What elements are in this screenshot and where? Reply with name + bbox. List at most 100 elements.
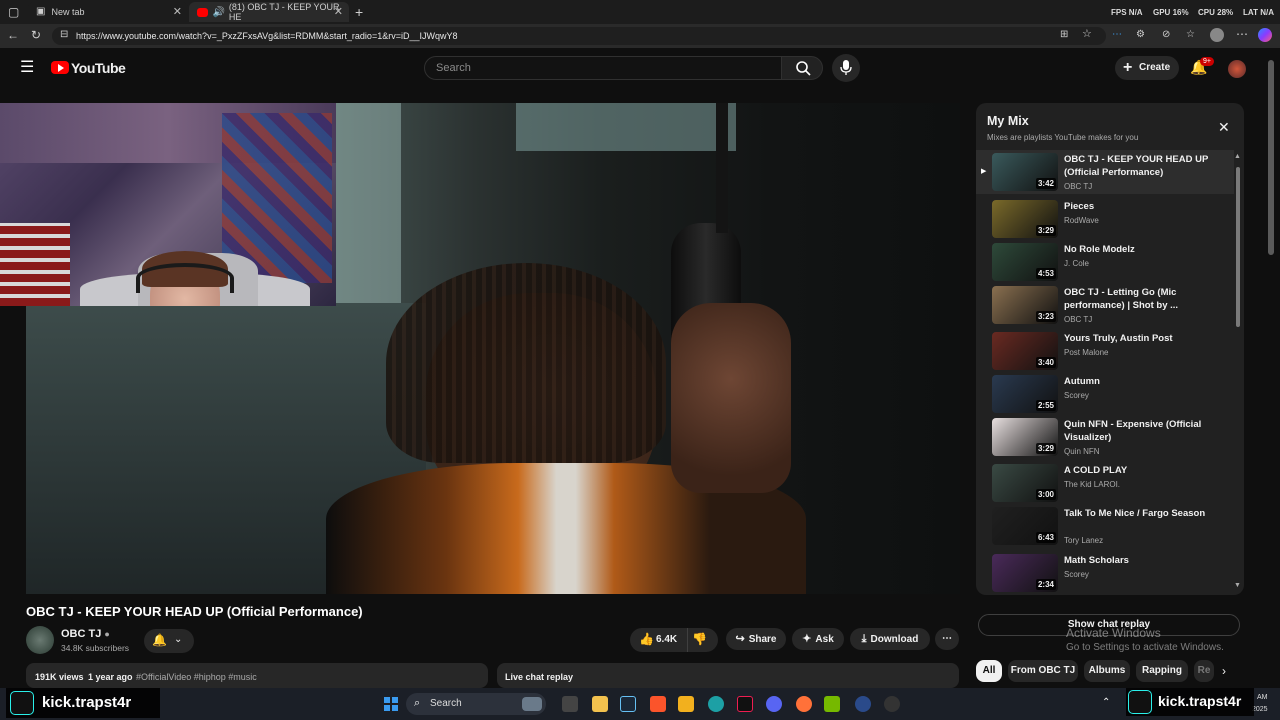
mix-item-channel[interactable]: Tory Lanez — [1064, 536, 1103, 545]
speaker-icon[interactable]: 🔊 — [212, 7, 224, 18]
close-tab-icon[interactable]: ✕ — [173, 5, 182, 18]
video-thumbnail[interactable]: 3:29 — [992, 418, 1058, 456]
mix-item-channel[interactable]: Post Malone — [1064, 348, 1108, 357]
mix-item-title[interactable]: A COLD PLAY — [1064, 464, 1214, 477]
extensions-icon[interactable]: ⚙ — [1136, 30, 1145, 40]
page-scrollbar[interactable] — [1268, 60, 1274, 255]
firefox-icon[interactable] — [796, 696, 812, 712]
share-button[interactable]: ↪ Share — [726, 628, 786, 650]
back-arrow-icon[interactable]: ← — [7, 29, 19, 41]
url-field[interactable]: ⊟ https://www.youtube.com/watch?v=_PxzZF… — [52, 27, 1106, 45]
mix-item-title[interactable]: OBC TJ - KEEP YOUR HEAD UP (Official Per… — [1064, 153, 1214, 179]
close-tab-icon[interactable]: ✕ — [334, 5, 343, 18]
playlist-scrollbar[interactable] — [1236, 167, 1240, 327]
more-menu-icon[interactable]: ⋯ — [1236, 28, 1248, 40]
video-thumbnail[interactable]: 2:55 — [992, 375, 1058, 413]
split-screen-icon[interactable]: ⊘ — [1162, 30, 1170, 40]
search-button[interactable] — [781, 56, 823, 80]
description-box[interactable]: 191K views 1 year ago #OfficialVideo #hi… — [26, 663, 488, 688]
filter-chip-rapping[interactable]: Rapping — [1136, 660, 1188, 682]
more-actions-button[interactable]: ⋯ — [935, 628, 959, 650]
favorites-icon[interactable]: ☆ — [1186, 30, 1195, 40]
mix-list-item[interactable]: 2:34 Math Scholars Scorey — [976, 554, 1234, 595]
taskbar-search-box[interactable]: ⌕ Search — [406, 693, 546, 715]
close-icon[interactable]: ✕ — [1218, 119, 1230, 136]
mix-list-item[interactable]: ▶ 3:42 OBC TJ - KEEP YOUR HEAD UP (Officia… — [976, 150, 1234, 194]
thumbs-down-icon[interactable]: 👎 — [692, 632, 707, 646]
scroll-down-arrow-icon[interactable]: ▼ — [1234, 582, 1241, 589]
filter-chip-from-channel[interactable]: From OBC TJ — [1008, 660, 1078, 682]
reload-icon[interactable]: ↻ — [31, 29, 41, 41]
mix-item-channel[interactable]: RodWave — [1064, 216, 1099, 225]
create-button[interactable]: + Create — [1115, 56, 1179, 80]
app-icon[interactable] — [855, 696, 871, 712]
channel-name[interactable]: OBC TJ ● — [61, 628, 110, 640]
like-button[interactable]: 👍 6.4K — [630, 628, 688, 652]
video-thumbnail[interactable]: 3:00 — [992, 464, 1058, 502]
tab-new-tab[interactable]: ▣ New tab ✕ — [28, 2, 188, 22]
mix-list-item[interactable]: 4:53 No Role Modelz J. Cole — [976, 243, 1234, 285]
app-install-icon[interactable]: ⊞ — [1060, 30, 1068, 40]
new-tab-plus-icon[interactable]: + — [355, 5, 363, 19]
nvidia-icon[interactable] — [824, 696, 840, 712]
download-button[interactable]: ⤓ Download — [850, 628, 930, 650]
mix-item-channel[interactable]: Scorey — [1064, 570, 1089, 579]
filter-chip-albums[interactable]: Albums — [1084, 660, 1130, 682]
tab-actions-icon[interactable]: ▢ — [8, 6, 19, 18]
mix-list-item[interactable]: 6:43 Talk To Me Nice / Fargo Season Tory L… — [976, 507, 1234, 549]
mix-list-item[interactable]: 3:00 A COLD PLAY The Kid LAROI. — [976, 464, 1234, 506]
youtube-logo-text[interactable]: YouTube — [71, 60, 126, 76]
mix-list-item[interactable]: 2:55 Autumn Scorey — [976, 375, 1234, 417]
steam-icon[interactable] — [620, 696, 636, 712]
favorite-star-icon[interactable]: ☆ — [1082, 29, 1092, 40]
mix-item-title[interactable]: No Role Modelz — [1064, 243, 1214, 256]
mix-item-channel[interactable]: OBC TJ — [1064, 182, 1092, 191]
profile-avatar-icon[interactable] — [1210, 28, 1224, 42]
mix-item-title[interactable]: Autumn — [1064, 375, 1214, 388]
filter-chip-truncated[interactable]: Re — [1194, 660, 1214, 682]
mix-list-item[interactable]: 3:29 Pieces RodWave — [976, 200, 1234, 242]
mix-item-channel[interactable]: Scorey — [1064, 391, 1089, 400]
brave-icon[interactable] — [650, 696, 666, 712]
video-thumbnail[interactable]: 3:42 — [992, 153, 1058, 191]
video-thumbnail[interactable]: 3:29 — [992, 200, 1058, 238]
video-thumbnail[interactable]: 6:43 — [992, 507, 1058, 545]
copilot-icon[interactable] — [1258, 28, 1272, 42]
tab-youtube[interactable]: 🔊 (81) OBC TJ - KEEP YOUR HE ✕ — [189, 2, 349, 22]
hamburger-menu-icon[interactable]: ☰ — [20, 60, 34, 76]
tray-overflow-icon[interactable]: ⌃ — [1102, 697, 1110, 708]
obs-icon[interactable] — [884, 696, 900, 712]
mix-item-title[interactable]: Yours Truly, Austin Post — [1064, 332, 1214, 345]
video-thumbnail[interactable]: 2:34 — [992, 554, 1058, 592]
mix-list-item[interactable]: 3:23 OBC TJ - Letting Go (Mic performance… — [976, 286, 1234, 328]
ask-button[interactable]: ✦ Ask — [792, 628, 844, 650]
video-thumbnail[interactable]: 3:23 — [992, 286, 1058, 324]
mix-item-title[interactable]: OBC TJ - Letting Go (Mic performance) | … — [1064, 286, 1214, 312]
live-chat-header[interactable]: Live chat replay — [497, 663, 959, 688]
video-thumbnail[interactable]: 4:53 — [992, 243, 1058, 281]
file-explorer-icon[interactable] — [592, 696, 608, 712]
edge-icon[interactable] — [708, 696, 724, 712]
subscription-bell-button[interactable]: 🔔 ⌄ — [144, 629, 194, 653]
mix-item-channel[interactable]: J. Cole — [1064, 259, 1089, 268]
mix-item-title[interactable]: Talk To Me Nice / Fargo Season — [1064, 507, 1214, 520]
discord-icon[interactable] — [766, 696, 782, 712]
mix-item-channel[interactable]: Quin NFN — [1064, 447, 1100, 456]
scroll-up-arrow-icon[interactable]: ▲ — [1234, 153, 1241, 160]
site-info-icon[interactable]: ⊟ — [60, 30, 68, 40]
folder-icon[interactable] — [678, 696, 694, 712]
mix-item-channel[interactable]: OBC TJ — [1064, 315, 1092, 324]
chevron-right-icon[interactable]: › — [1222, 664, 1226, 678]
voice-search-button[interactable] — [832, 54, 860, 82]
search-input[interactable]: Search — [424, 56, 782, 80]
youtube-logo-icon[interactable] — [51, 61, 69, 74]
mix-item-title[interactable]: Quin NFN - Expensive (Official Visualize… — [1064, 418, 1214, 444]
mix-item-title[interactable]: Math Scholars — [1064, 554, 1214, 567]
mix-item-channel[interactable]: The Kid LAROI. — [1064, 480, 1120, 489]
account-avatar[interactable] — [1228, 60, 1246, 78]
mix-list-item[interactable]: 3:29 Quin NFN - Expensive (Official Visua… — [976, 418, 1234, 460]
channel-avatar[interactable] — [26, 626, 54, 654]
hashtags[interactable]: #OfficialVideo #hiphop #music — [136, 672, 257, 682]
tiktok-icon[interactable] — [737, 696, 753, 712]
video-thumbnail[interactable]: 3:40 — [992, 332, 1058, 370]
